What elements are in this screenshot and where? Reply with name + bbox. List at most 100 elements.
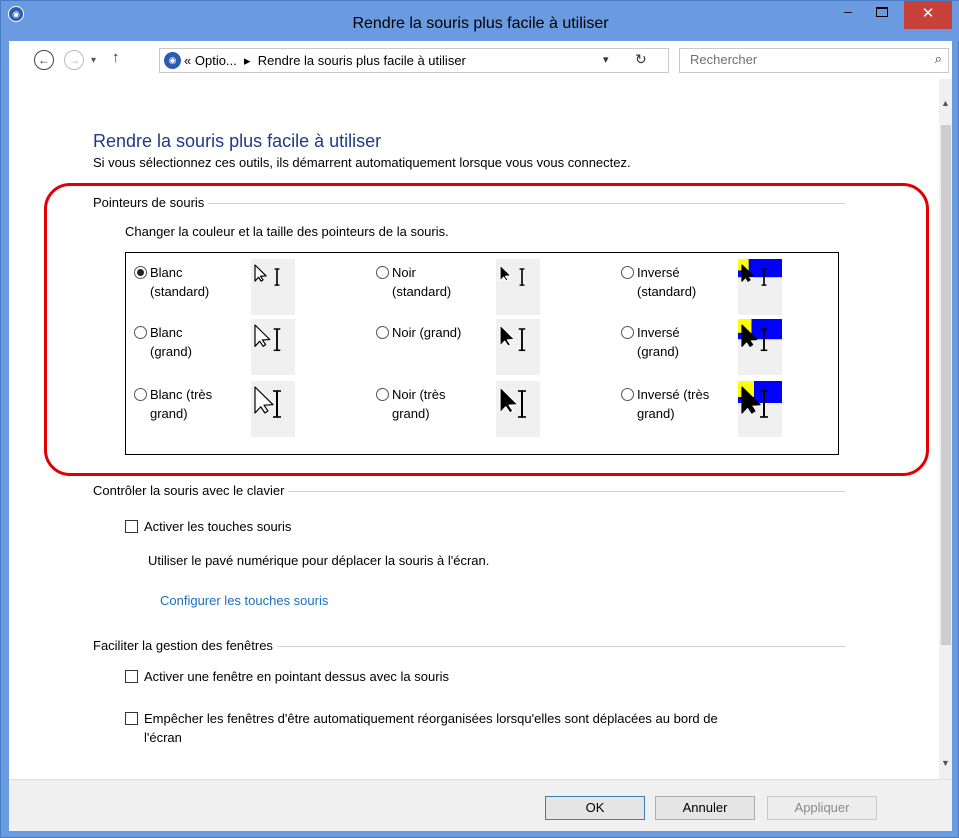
radio-button[interactable] <box>621 326 634 339</box>
breadcrumb-separator-icon[interactable]: ▸ <box>244 53 251 68</box>
breadcrumb-current[interactable]: Rendre la souris plus facile à utiliser <box>258 53 466 68</box>
pointer-option-label-line1[interactable]: Noir (grand) <box>392 325 461 340</box>
vertical-scrollbar[interactable]: ▲ ▼ <box>939 79 952 779</box>
hover-activate-checkbox[interactable] <box>125 670 138 683</box>
pointer-option-label[interactable]: Blanc (grand) <box>150 323 192 361</box>
radio-button[interactable] <box>376 266 389 279</box>
apply-button[interactable]: Appliquer <box>767 796 877 820</box>
pointer-option-inverted-large[interactable]: Inversé (grand) <box>621 323 680 361</box>
pointer-option-label[interactable]: Noir (standard) <box>392 263 451 301</box>
dialog-window: ◉ Rendre la souris plus facile à utilise… <box>0 0 959 838</box>
pointer-option-label[interactable]: Inversé (standard) <box>637 263 696 301</box>
white-cursor-preview-icon <box>251 259 295 315</box>
address-dropdown-icon[interactable]: ▾ <box>603 53 609 66</box>
black-cursor-preview-icon <box>496 319 540 375</box>
pointer-option-black-extra-large[interactable]: Noir (très grand) <box>376 385 445 423</box>
title-bar[interactable]: ◉ Rendre la souris plus facile à utilise… <box>1 1 959 41</box>
maximize-icon <box>876 7 888 17</box>
pointer-option-label[interactable]: Inversé (très grand) <box>637 385 709 423</box>
pointer-option-label-line2[interactable]: (standard) <box>637 284 696 299</box>
close-button[interactable]: ✕ <box>904 1 952 29</box>
windows-section-title: Faciliter la gestion des fenêtres <box>93 638 277 653</box>
pointer-option-white-large[interactable]: Blanc (grand) <box>134 323 192 361</box>
pointer-scheme-grid: Blanc (standard) Noir (standard) Inversé (sta… <box>125 252 839 455</box>
pointer-option-label-line2[interactable]: grand) <box>637 406 675 421</box>
mouse-keys-option[interactable]: Activer les touches souris <box>125 517 291 536</box>
mouse-keys-label[interactable]: Activer les touches souris <box>144 517 291 536</box>
radio-button[interactable] <box>134 388 147 401</box>
pointer-option-inverted-standard[interactable]: Inversé (standard) <box>621 263 696 301</box>
prevent-snap-label[interactable]: Empêcher les fenêtres d'être automatique… <box>144 709 718 747</box>
breadcrumb-overflow[interactable]: « <box>184 53 191 68</box>
scrollbar-thumb[interactable] <box>941 125 951 645</box>
pointer-option-label-line1[interactable]: Noir (très <box>392 387 445 402</box>
pointer-option-inverted-extra-large[interactable]: Inversé (très grand) <box>621 385 709 423</box>
pointer-option-white-standard[interactable]: Blanc (standard) <box>134 263 209 301</box>
pointer-option-label[interactable]: Blanc (standard) <box>150 263 209 301</box>
black-cursor-preview-icon <box>496 259 540 315</box>
page-title: Rendre la souris plus facile à utiliser <box>93 131 382 151</box>
pointer-option-label-line1[interactable]: Blanc (très <box>150 387 212 402</box>
pointer-option-label-line1[interactable]: Noir <box>392 265 416 280</box>
pointer-option-label[interactable]: Inversé (grand) <box>637 323 680 361</box>
up-button[interactable]: ↑ <box>112 49 120 66</box>
pointer-option-label-line2[interactable]: (grand) <box>150 344 192 359</box>
inverted-cursor-preview-icon <box>738 259 782 315</box>
search-icon[interactable]: ⌕ <box>935 51 942 67</box>
back-button[interactable]: ← <box>34 50 54 70</box>
white-cursor-preview-icon <box>251 319 295 375</box>
address-field[interactable]: ◉ « Optio... ▸ Rendre la souris plus fac… <box>159 48 669 73</box>
pointer-option-label[interactable]: Blanc (très grand) <box>150 385 212 423</box>
prevent-snap-option[interactable]: Empêcher les fenêtres d'être automatique… <box>125 709 718 747</box>
radio-button[interactable] <box>134 326 147 339</box>
pointer-option-label-line2[interactable]: grand) <box>392 406 430 421</box>
pointer-option-label-line1[interactable]: Inversé <box>637 265 680 280</box>
maximize-button[interactable] <box>865 1 899 29</box>
pointer-option-label-line2[interactable]: (grand) <box>637 344 679 359</box>
address-bar: ← → ▾ ↑ ◉ « Optio... ▸ Rendre la souris … <box>9 41 952 79</box>
radio-button[interactable] <box>134 266 147 279</box>
radio-button[interactable] <box>376 326 389 339</box>
inverted-cursor-preview-icon <box>738 381 782 437</box>
inverted-cursor-preview-icon <box>738 319 782 375</box>
hover-activate-option[interactable]: Activer une fenêtre en pointant dessus a… <box>125 667 449 686</box>
minimize-button[interactable]: – <box>833 1 863 29</box>
prevent-snap-label-line2[interactable]: l'écran <box>144 730 182 745</box>
hover-activate-label[interactable]: Activer une fenêtre en pointant dessus a… <box>144 667 449 686</box>
pointer-option-label-line1[interactable]: Inversé <box>637 325 680 340</box>
pointer-option-label-line1[interactable]: Blanc <box>150 265 183 280</box>
white-cursor-preview-icon <box>251 381 295 437</box>
configure-mouse-keys-link[interactable]: Configurer les touches souris <box>160 593 328 608</box>
search-input[interactable]: Rechercher ⌕ <box>679 48 949 73</box>
pointer-option-black-large[interactable]: Noir (grand) <box>376 323 461 342</box>
pointer-option-label-line2[interactable]: (standard) <box>150 284 209 299</box>
pointer-option-label[interactable]: Noir (très grand) <box>392 385 445 423</box>
recent-pages-dropdown[interactable]: ▾ <box>91 55 96 66</box>
scroll-up-icon[interactable]: ▲ <box>939 95 952 112</box>
breadcrumb-parent[interactable]: Optio... <box>195 53 237 68</box>
pointer-option-black-standard[interactable]: Noir (standard) <box>376 263 451 301</box>
cancel-button[interactable]: Annuler <box>655 796 755 820</box>
radio-button[interactable] <box>621 388 634 401</box>
pointer-option-label-line1[interactable]: Blanc <box>150 325 183 340</box>
refresh-icon[interactable]: ↻ <box>635 51 647 68</box>
radio-button[interactable] <box>621 266 634 279</box>
pointer-option-label-line1[interactable]: Inversé (très <box>637 387 709 402</box>
radio-button[interactable] <box>376 388 389 401</box>
content-pane: Rendre la souris plus facile à utiliser … <box>9 79 939 779</box>
prevent-snap-checkbox[interactable] <box>125 712 138 725</box>
mouse-keys-checkbox[interactable] <box>125 520 138 533</box>
ok-button[interactable]: OK <box>545 796 645 820</box>
pointer-option-label-line2[interactable]: grand) <box>150 406 188 421</box>
forward-button[interactable]: → <box>64 50 84 70</box>
pointer-option-white-extra-large[interactable]: Blanc (très grand) <box>134 385 212 423</box>
scroll-down-icon[interactable]: ▼ <box>939 755 952 772</box>
button-bar: OK Annuler Appliquer <box>9 779 952 831</box>
pointer-option-label-line2[interactable]: (standard) <box>392 284 451 299</box>
prevent-snap-label-line1[interactable]: Empêcher les fenêtres d'être automatique… <box>144 711 718 726</box>
black-cursor-preview-icon <box>496 381 540 437</box>
control-panel-icon: ◉ <box>164 52 181 69</box>
window-title: Rendre la souris plus facile à utiliser <box>352 15 609 32</box>
pointer-option-label[interactable]: Noir (grand) <box>392 323 461 342</box>
mouse-keys-description: Utiliser le pavé numérique pour déplacer… <box>148 553 490 568</box>
